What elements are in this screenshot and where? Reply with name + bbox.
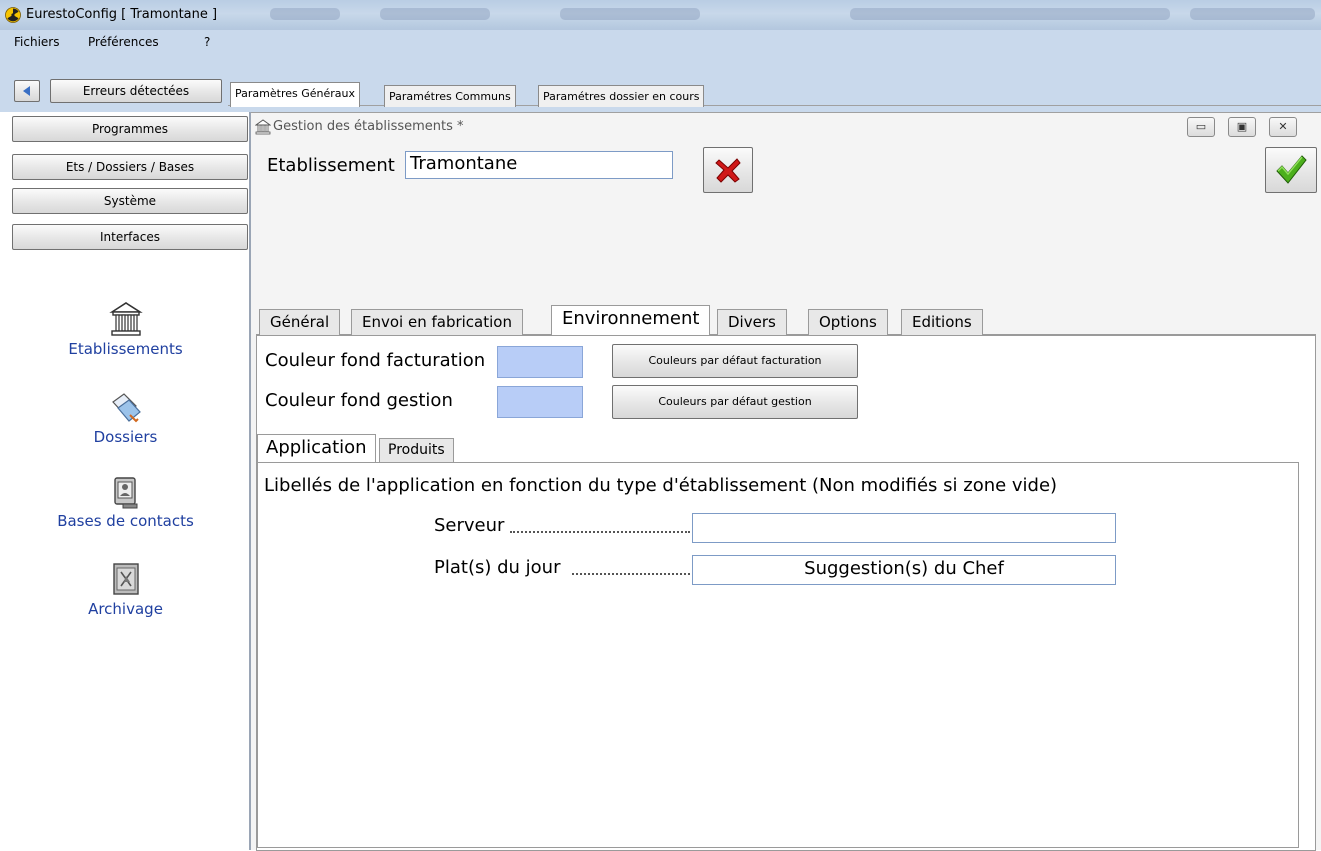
tab-general[interactable]: Général (259, 309, 341, 335)
close-button[interactable]: ✕ (1269, 117, 1297, 137)
sidebar: Programmes Ets / Dossiers / Bases Systèm… (0, 112, 251, 850)
tab-environnement[interactable]: Environnement (551, 305, 711, 335)
building-icon (255, 119, 271, 135)
background-blur (270, 8, 340, 20)
background-blur (1190, 8, 1315, 20)
nav-etablissements[interactable]: Etablissements (0, 300, 251, 358)
tab-parametres-generaux[interactable]: Paramètres Généraux (230, 82, 360, 107)
cancel-button[interactable] (703, 147, 753, 193)
green-check-icon (1276, 155, 1307, 184)
tab-produits[interactable]: Produits (379, 438, 454, 462)
radiation-icon (5, 7, 21, 23)
sidebar-button-systeme[interactable]: Système (12, 188, 248, 214)
tab-parametres-dossier[interactable]: Paramétres dossier en cours (538, 85, 705, 107)
tab-application[interactable]: Application (257, 434, 376, 462)
arrow-left-icon (23, 86, 30, 96)
nav-label: Archivage (88, 600, 163, 618)
minimize-button[interactable]: ▭ (1187, 117, 1215, 137)
etablissement-label: Etablissement (267, 155, 395, 176)
back-button[interactable] (14, 80, 40, 102)
child-window-header: Gestion des établissements * ▭ ▣ ✕ (251, 113, 1321, 141)
errors-button[interactable]: Erreurs détectées (50, 79, 222, 103)
menu-preferences[interactable]: Préférences (88, 35, 159, 49)
menu-help[interactable]: ? (204, 35, 210, 49)
environnement-panel: Couleur fond facturation Couleurs par dé… (256, 335, 1316, 851)
red-x-icon (715, 158, 741, 183)
serveur-field[interactable] (692, 513, 1116, 543)
default-gestion-button[interactable]: Couleurs par défaut gestion (612, 385, 858, 419)
couleur-gestion-swatch[interactable] (497, 386, 583, 418)
default-facturation-button[interactable]: Couleurs par défaut facturation (612, 344, 858, 378)
nav-archivage[interactable]: Archivage (0, 560, 251, 618)
contacts-base-icon (113, 477, 137, 509)
background-blur (380, 8, 490, 20)
application-panel: Libellés de l'application en fonction du… (257, 462, 1299, 848)
sidebar-button-programmes[interactable]: Programmes (12, 116, 248, 142)
serveur-label: Serveur (434, 515, 505, 536)
nav-label: Dossiers (93, 428, 158, 446)
etablissement-field[interactable]: Tramontane (405, 151, 673, 179)
main-panel: Gestion des établissements * ▭ ▣ ✕ Etabl… (251, 112, 1321, 851)
window-title: EurestoConfig [ Tramontane ] (26, 7, 218, 22)
folders-icon (111, 393, 141, 423)
plat-du-jour-field[interactable]: Suggestion(s) du Chef (692, 555, 1116, 585)
menu-bar: Fichiers Préférences ? (0, 30, 1321, 56)
tab-parametres-communs[interactable]: Paramétres Communs (384, 85, 516, 107)
tab-envoi-fabrication[interactable]: Envoi en fabrication (351, 309, 523, 335)
background-blur (850, 8, 1170, 20)
leader-dots (510, 531, 690, 533)
section-heading: Libellés de l'application en fonction du… (264, 475, 1058, 496)
nav-label: Etablissements (68, 340, 183, 358)
couleur-facturation-label: Couleur fond facturation (265, 350, 486, 371)
couleur-gestion-label: Couleur fond gestion (265, 390, 453, 411)
building-icon (108, 302, 143, 336)
top-tabbar: Paramètres Généraux Paramétres Communs P… (228, 80, 1321, 107)
leader-dots (572, 573, 690, 575)
couleur-facturation-swatch[interactable] (497, 346, 583, 378)
background-blur (560, 8, 700, 20)
nav-dossiers[interactable]: Dossiers (0, 388, 251, 446)
tab-editions[interactable]: Editions (901, 309, 983, 335)
archive-icon (112, 563, 139, 595)
nav-bases-de-contacts[interactable]: Bases de contacts (0, 472, 251, 530)
validate-button[interactable] (1265, 147, 1317, 193)
sidebar-button-interfaces[interactable]: Interfaces (12, 224, 248, 250)
child-window-title: Gestion des établissements * (273, 119, 464, 134)
title-bar: EurestoConfig [ Tramontane ] (0, 0, 1321, 30)
plat-du-jour-label: Plat(s) du jour (434, 557, 561, 578)
tab-options[interactable]: Options (808, 309, 888, 335)
sidebar-button-ets-dossiers-bases[interactable]: Ets / Dossiers / Bases (12, 154, 248, 180)
restore-button[interactable]: ▣ (1228, 117, 1256, 137)
nav-label: Bases de contacts (57, 512, 194, 530)
tab-divers[interactable]: Divers (717, 309, 787, 335)
menu-fichiers[interactable]: Fichiers (14, 35, 59, 49)
